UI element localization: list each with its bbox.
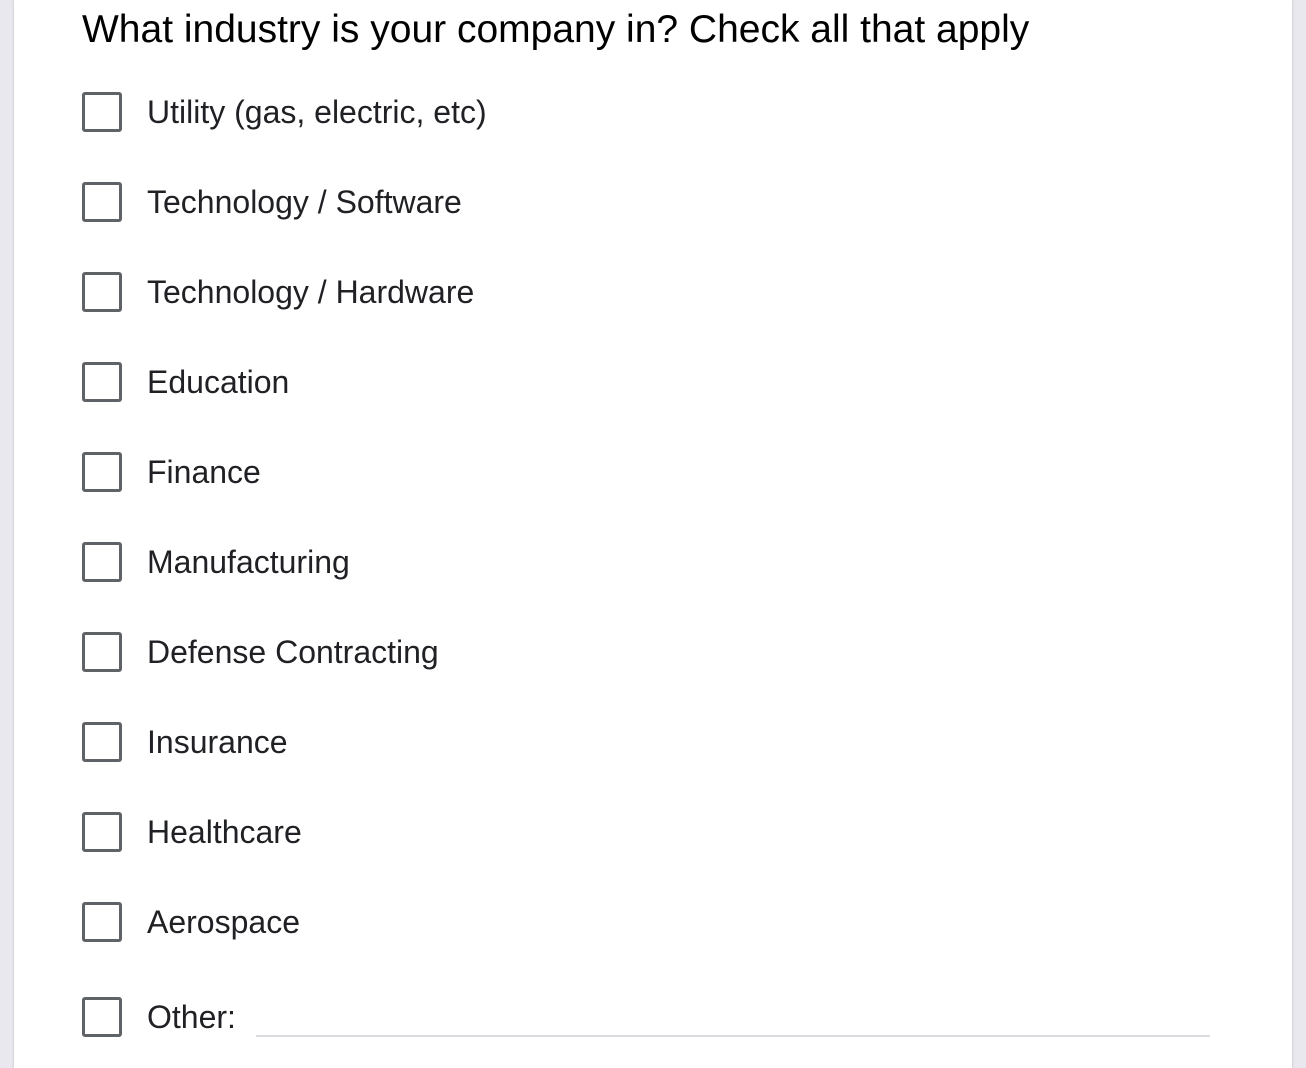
option-label: Manufacturing [147, 544, 350, 580]
option-label: Defense Contracting [147, 634, 439, 670]
checkbox[interactable] [82, 722, 122, 762]
option-healthcare[interactable]: Healthcare [82, 812, 302, 852]
option-other[interactable]: Other: [82, 997, 236, 1037]
option-finance[interactable]: Finance [82, 452, 261, 492]
question-title: What industry is your company in? Check … [82, 8, 1030, 51]
checkbox[interactable] [82, 812, 122, 852]
other-text-input[interactable] [256, 995, 1210, 1037]
option-label: Utility (gas, electric, etc) [147, 94, 487, 130]
option-manufacturing[interactable]: Manufacturing [82, 542, 350, 582]
checkbox[interactable] [82, 997, 122, 1037]
option-label: Insurance [147, 724, 288, 760]
checkbox[interactable] [82, 632, 122, 672]
option-defense-contracting[interactable]: Defense Contracting [82, 632, 439, 672]
checkbox[interactable] [82, 92, 122, 132]
option-label: Aerospace [147, 904, 300, 940]
checkbox[interactable] [82, 902, 122, 942]
option-label: Other: [147, 999, 236, 1035]
option-technology-hardware[interactable]: Technology / Hardware [82, 272, 474, 312]
option-aerospace[interactable]: Aerospace [82, 902, 300, 942]
option-insurance[interactable]: Insurance [82, 722, 288, 762]
option-label: Technology / Software [147, 184, 462, 220]
checkbox[interactable] [82, 182, 122, 222]
option-utility[interactable]: Utility (gas, electric, etc) [82, 92, 487, 132]
option-label: Education [147, 364, 290, 400]
option-label: Healthcare [147, 814, 302, 850]
option-technology-software[interactable]: Technology / Software [82, 182, 462, 222]
option-education[interactable]: Education [82, 362, 289, 402]
checkbox[interactable] [82, 272, 122, 312]
checkbox[interactable] [82, 452, 122, 492]
option-label: Technology / Hardware [147, 274, 475, 310]
checkbox[interactable] [82, 542, 122, 582]
checkbox[interactable] [82, 362, 122, 402]
option-label: Finance [147, 454, 261, 490]
